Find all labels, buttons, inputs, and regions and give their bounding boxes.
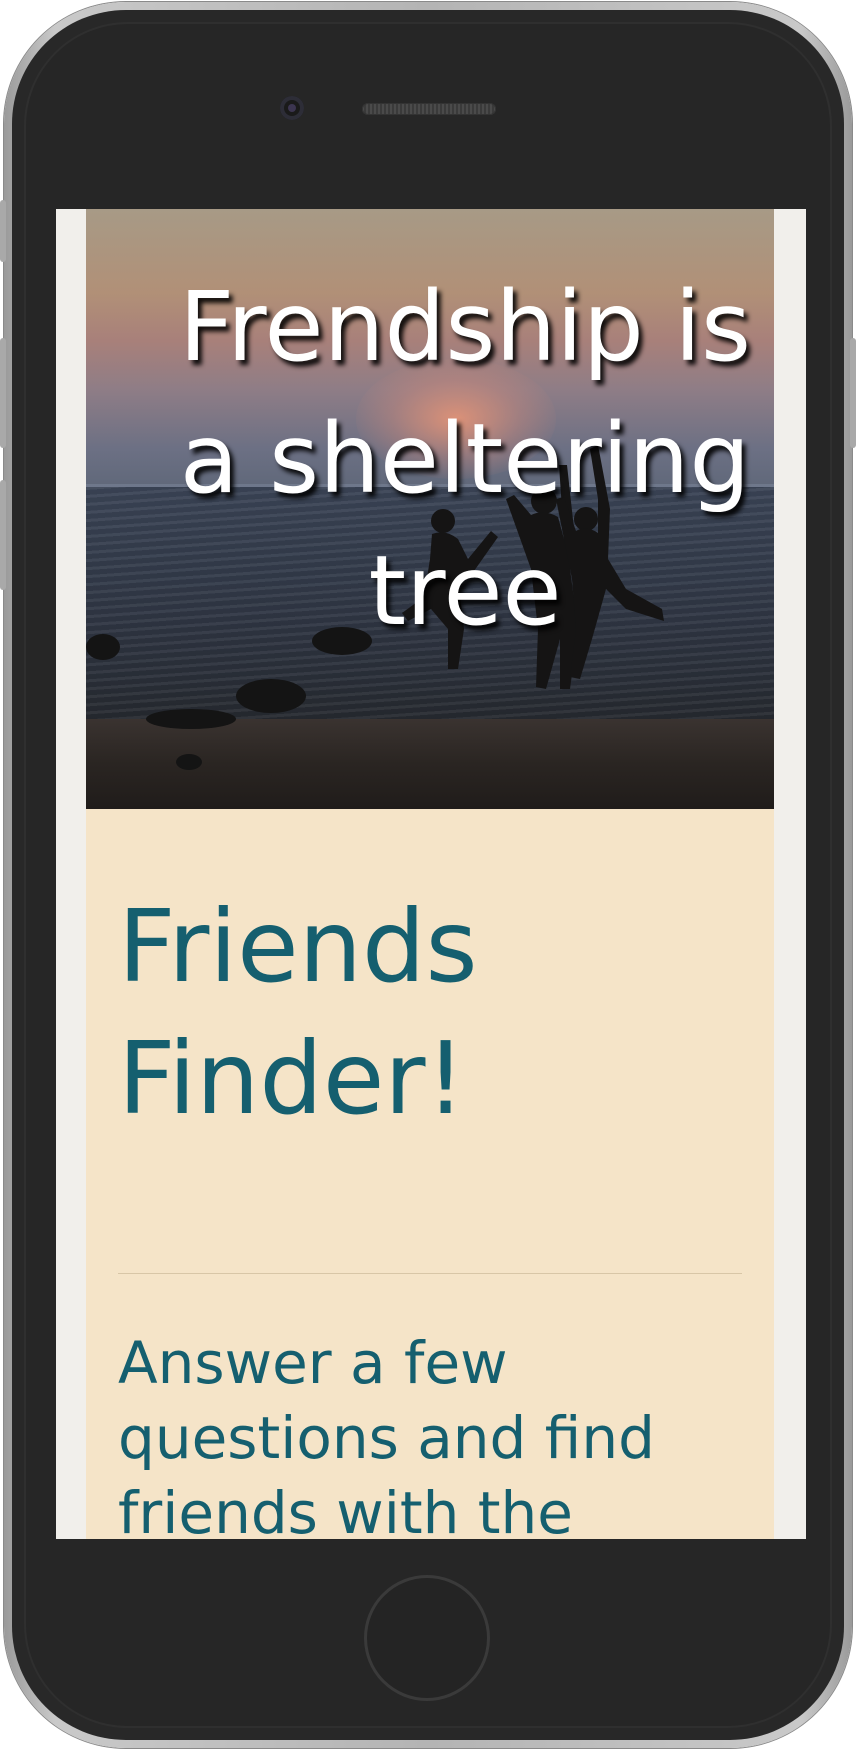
power-button [850,338,856,448]
volume-down-button [0,480,6,590]
speaker-grille [362,103,496,115]
mute-switch [0,200,6,262]
page-title: Friends Finder! [118,888,478,1137]
hero-banner: Frendship is a sheltering tree [86,209,774,809]
page-container: Frendship is a sheltering tree Friends F… [86,209,774,1539]
main-content: Friends Finder! Answer a few questions a… [118,809,742,1539]
volume-up-button [0,338,6,448]
intro-text: Answer a few questions and find friends … [118,1329,655,1539]
home-button[interactable] [364,1575,490,1701]
phone-screen: Frendship is a sheltering tree Friends F… [56,209,806,1539]
hero-title: Frendship is a sheltering tree [178,271,752,647]
camera-icon [280,96,304,120]
section-divider [118,1273,742,1274]
